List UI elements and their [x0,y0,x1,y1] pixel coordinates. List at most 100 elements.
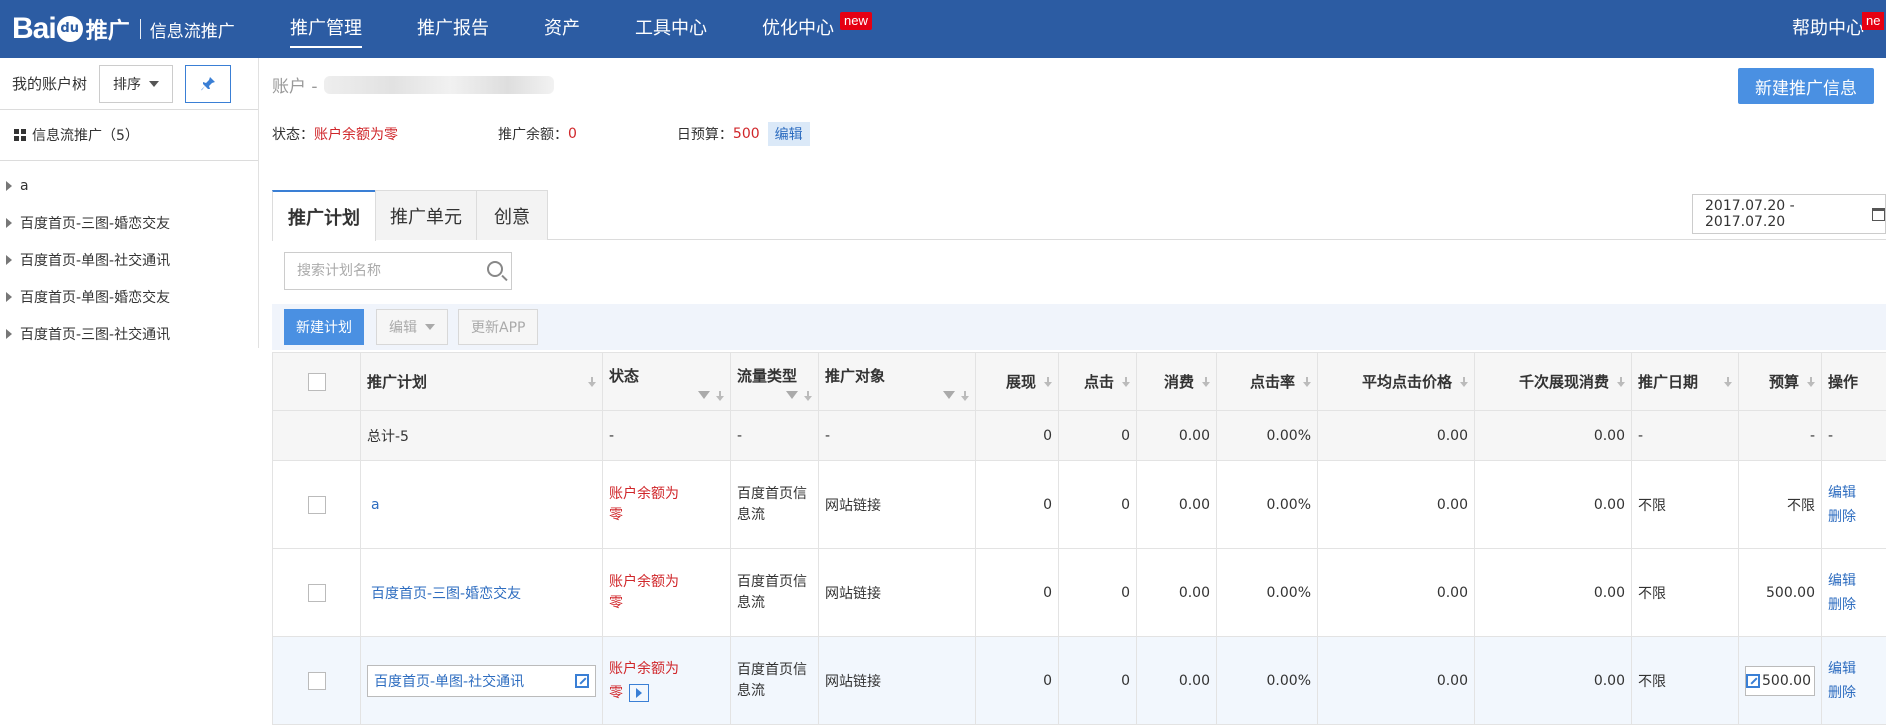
col-impressions[interactable]: 展现 [975,352,1059,411]
delete-link[interactable]: 删除 [1828,505,1880,529]
campaign-name-editable[interactable]: 百度首页-单图-社交通讯 [367,664,596,697]
sort-icon[interactable] [1807,377,1815,387]
row-checkbox[interactable] [307,671,326,690]
sort-icon[interactable] [804,391,812,401]
tree-item[interactable]: 百度首页-三图-婚恋交友 [0,204,258,241]
logo-suffix: 推广 [85,19,130,44]
sort-icon[interactable] [1044,377,1052,387]
nav-promo-management[interactable]: 推广管理 [290,0,362,58]
budget-editable[interactable]: 500.00 [1745,665,1815,696]
tree-item-label: 百度首页-单图-社交通讯 [20,252,171,269]
nav-optimization-center[interactable]: 优化中心 new [762,0,872,58]
delete-link[interactable]: 删除 [1828,681,1880,705]
campaign-name-link[interactable]: 百度首页-单图-社交通讯 [374,671,524,691]
delete-link[interactable]: 删除 [1828,593,1880,617]
campaign-name-link[interactable]: 百度首页-三图-婚恋交友 [371,586,521,602]
col-target[interactable]: 推广对象 [818,352,976,411]
expand-arrow-icon[interactable] [6,254,12,265]
search-icon[interactable] [487,261,503,277]
row-actions: 编辑 删除 [1821,460,1886,549]
col-actions: 操作 [1821,352,1886,411]
sort-icon[interactable] [588,377,596,387]
edit-dropdown-label: 编辑 [389,320,417,336]
tree-item[interactable]: 百度首页-三图-社交通讯 [0,315,258,352]
edit-link[interactable]: 编辑 [1828,569,1880,593]
tab-campaign[interactable]: 推广计划 [272,190,376,241]
expand-arrow-icon[interactable] [6,180,12,191]
main-nav: 推广管理 推广报告 资产 工具中心 优化中心 new [290,0,889,58]
col-cost[interactable]: 消费 [1136,352,1217,411]
edit-link[interactable]: 编辑 [1828,657,1880,681]
traffic-cell: 百度首页信 息流 [730,460,819,549]
col-ctr[interactable]: 点击率 [1216,352,1318,411]
campaign-search [284,252,512,290]
expand-arrow-icon[interactable] [6,217,12,228]
help-new-badge: ne [1862,12,1885,30]
edit-budget-button[interactable]: 编辑 [767,122,810,146]
product-name: 信息流推广 [149,21,235,42]
sort-icon[interactable] [1724,377,1732,387]
sort-icon[interactable] [1202,377,1210,387]
edit-pencil-icon[interactable] [1746,673,1760,688]
tree-item[interactable]: a [0,167,258,204]
col-cpm[interactable]: 千次展现消费 [1474,352,1632,411]
campaign-name-link[interactable]: a [371,497,380,513]
budget-cell: 500.00 [1738,636,1822,725]
tab-ad-group[interactable]: 推广单元 [375,190,477,240]
tree-root[interactable]: 信息流推广（5） [0,110,258,161]
col-clicks[interactable]: 点击 [1058,352,1137,411]
sort-icon[interactable] [1303,377,1311,387]
tab-creative[interactable]: 创意 [476,190,548,240]
new-promo-info-button[interactable]: 新建推广信息 [1738,68,1874,104]
sort-icon[interactable] [961,391,969,401]
sidebar-header: 我的账户树 排序 [0,58,258,110]
tree-item[interactable]: 百度首页-单图-社交通讯 [0,241,258,278]
select-all-checkbox[interactable] [307,372,326,391]
nav-tool-center[interactable]: 工具中心 [635,0,707,58]
col-avg-cpc[interactable]: 平均点击价格 [1317,352,1475,411]
top-nav-bar: Bai du 推广 信息流推广 推广管理 推广报告 资产 工具中心 优化中心 n… [0,0,1886,58]
sort-dropdown[interactable]: 排序 [99,64,174,103]
row-checkbox[interactable] [307,495,326,514]
sort-icon[interactable] [1460,377,1468,387]
expand-arrow-icon[interactable] [6,328,12,339]
edit-dropdown[interactable]: 编辑 [376,309,448,345]
nav-promo-report[interactable]: 推广报告 [417,0,489,58]
col-budget[interactable]: 预算 [1738,352,1822,411]
sort-icon[interactable] [1122,377,1130,387]
col-status[interactable]: 状态 [602,352,731,411]
tree-root-label: 信息流推广（5） [32,128,139,144]
filter-icon[interactable] [786,391,798,399]
table-header-row: 推广计划 状态 流量类型 推广对象 展现 点击 消费 点击率 平均点击价格 千次… [272,352,1886,411]
tree-item-label: 百度首页-三图-社交通讯 [20,326,171,343]
filter-icon[interactable] [698,391,710,399]
new-plan-button[interactable]: 新建计划 [284,309,364,345]
tree-item-label: 百度首页-三图-婚恋交友 [20,215,171,232]
help-center-link[interactable]: 帮助中心 [1792,0,1864,58]
tree-item[interactable]: 百度首页-单图-婚恋交友 [0,278,258,315]
expand-arrow-icon[interactable] [6,291,12,302]
total-row: 总计-5 - - - 0 0 0.00 0.00% 0.00 0.00 - - … [272,410,1886,461]
new-badge: new [840,12,872,30]
baidu-logo[interactable]: Bai du 推广 信息流推广 [12,10,235,48]
table-row: 百度首页-单图-社交通讯 账户余额为零 百度首页信 息流 网站链接 0 0 0.0… [272,636,1886,725]
update-app-button[interactable]: 更新APP [458,309,539,345]
col-traffic-type[interactable]: 流量类型 [730,352,819,411]
play-icon[interactable] [629,683,649,702]
traffic-cell: 百度首页信 息流 [730,636,819,725]
account-title: 账户 - [272,72,554,97]
edit-link[interactable]: 编辑 [1828,481,1880,505]
filter-icon[interactable] [943,391,955,399]
sort-icon[interactable] [716,391,724,401]
nav-assets[interactable]: 资产 [544,0,580,58]
search-input[interactable] [285,253,465,289]
logo-divider [139,19,141,39]
col-promo-date[interactable]: 推广日期 [1631,352,1739,411]
edit-pencil-icon[interactable] [575,673,589,688]
pin-button[interactable] [185,64,232,103]
sort-icon[interactable] [1617,377,1625,387]
col-campaign[interactable]: 推广计划 [360,352,603,411]
budget-value: 500.00 [1762,672,1811,689]
date-range-picker[interactable]: 2017.07.20 - 2017.07.20 [1692,194,1886,234]
row-checkbox[interactable] [307,583,326,602]
